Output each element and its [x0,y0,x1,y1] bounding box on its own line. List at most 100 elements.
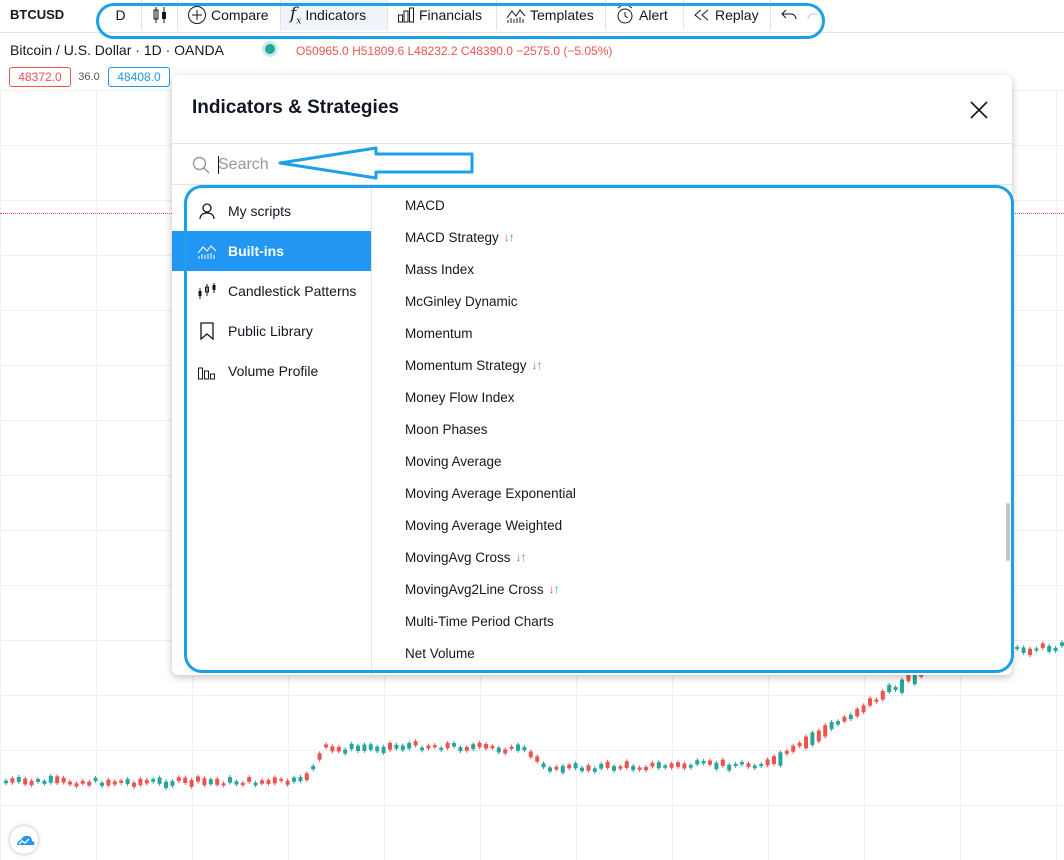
list-item[interactable]: MovingAvg2Line Cross ↓↑ [405,578,560,600]
candle-body [1021,647,1026,653]
candle-body [157,777,162,784]
list-item[interactable]: MACD Strategy ↓↑ [405,226,515,248]
redo-button[interactable] [803,0,823,30]
candle-body [599,763,604,769]
candle-body [164,781,168,788]
candle-body [868,698,872,706]
sidebar-item-volume-profile[interactable]: Volume Profile [172,351,371,391]
candle-body [701,760,706,764]
candle-body [663,765,668,768]
market-status-icon[interactable] [265,44,275,54]
candle-body [695,760,700,765]
sidebar-item-my-scripts[interactable]: My scripts [172,191,371,231]
list-item[interactable]: Moving Average [405,450,502,472]
interval-button[interactable]: D [100,0,142,30]
candle-body [260,780,264,784]
search-icon [192,156,210,179]
candle-body [733,763,738,766]
list-item[interactable]: Money Flow Index [405,386,515,408]
candle-body [823,725,828,737]
candle-body [151,779,156,782]
high-key: H [352,44,361,58]
candle-body [624,761,629,768]
interval-label: D [115,7,126,23]
list-item-label: Momentum [405,325,473,341]
candle-body [765,759,770,766]
candle-body [490,746,495,749]
candle-body [874,699,879,702]
rewind-icon [693,8,711,22]
alert-button[interactable]: Alert [606,0,684,30]
list-item[interactable]: Moving Average Weighted [405,514,562,536]
candle-body [484,744,488,749]
scrollbar[interactable] [1006,503,1010,561]
list-item[interactable]: MACD [405,194,445,216]
candle-body [1034,648,1039,651]
close-button[interactable] [968,99,990,121]
sidebar-item-built-ins[interactable]: Built-ins [172,231,371,271]
list-item[interactable]: Momentum [405,322,473,344]
alert-label: Alert [639,7,668,23]
candle-body [720,759,725,766]
sidebar-item-candlestick-patterns[interactable]: Candlestick Patterns [172,271,371,311]
category-sidebar: My scripts Built-ins Candlestick Patterns P… [172,185,372,675]
candle-body [714,762,719,770]
candle-body [752,765,757,769]
candle-body [420,747,424,751]
candle-body [336,746,341,752]
list-item-label: McGinley Dynamic [405,293,518,309]
list-item[interactable]: Net Volume [405,642,475,664]
dialog-title: Indicators & Strategies [192,97,399,118]
candle-body [112,781,117,785]
candle-body [631,765,636,771]
bookmark-icon [196,320,218,342]
candle-body [234,781,239,785]
indicators-button[interactable]: fx Indicators [281,0,388,30]
list-item[interactable]: MovingAvg Cross ↓↑ [405,546,527,568]
sell-price-button[interactable]: 48372.0 [9,67,71,87]
candle-body [727,764,732,771]
financials-button[interactable]: Financials [388,0,497,30]
replay-button[interactable]: Replay [684,0,771,30]
candle-body [887,684,892,693]
candle-body [1015,646,1020,650]
symbol-name[interactable]: BTCUSD [10,7,64,22]
candle-body [554,766,559,770]
tradingview-logo[interactable] [10,826,38,854]
candle-body [464,747,469,751]
list-item[interactable]: Multi-Time Period Charts [405,610,554,632]
candle-body [1028,648,1032,656]
candle-body [29,780,34,786]
candle-body [292,777,296,782]
templates-button[interactable]: Templates [497,0,606,30]
undo-button[interactable] [771,0,807,30]
alarm-clock-icon [615,5,635,25]
candle-body [266,780,271,784]
sidebar-item-public-library[interactable]: Public Library [172,311,371,351]
list-item[interactable]: Moon Phases [405,418,488,440]
list-item[interactable]: Momentum Strategy ↓↑ [405,354,543,376]
list-item-label: MACD Strategy [405,229,499,245]
buy-price-button[interactable]: 48408.0 [108,67,170,87]
compare-button[interactable]: Compare [178,0,281,30]
plus-circle-icon [187,5,207,25]
candle-body [93,777,98,782]
candle-body [356,745,360,752]
bar-chart-icon [397,6,415,24]
candle-body [1047,645,1052,652]
close-key: C [460,44,470,58]
chart-type-button[interactable] [142,0,178,30]
candle-body [900,679,904,693]
candle-body [272,777,277,784]
top-toolbar: BTCUSD D Compare fx Indicators Financial… [0,0,1064,33]
candle-body [509,746,514,749]
list-item[interactable]: Moving Average Exponential [405,482,576,504]
list-item[interactable]: Mass Index [405,258,474,280]
candle-body [170,781,175,786]
candle-body [36,779,40,782]
candle-body [368,744,373,750]
candle-body [458,747,463,752]
candle-body [880,690,885,700]
list-item[interactable]: McGinley Dynamic [405,290,518,312]
candle-body [42,780,47,784]
